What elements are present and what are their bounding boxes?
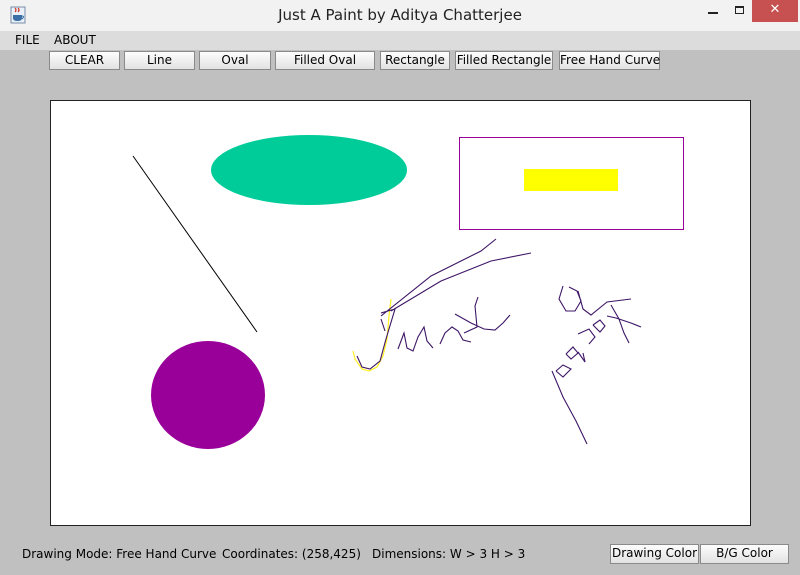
drawn-filled-oval-purple: [151, 341, 265, 449]
maximize-icon: [734, 5, 744, 14]
dimensions-status: Dimensions: W > 3 H > 3: [372, 547, 526, 561]
drawing-mode-status: Drawing Mode: Free Hand Curve: [22, 547, 217, 561]
oval-tool-button[interactable]: Oval: [199, 51, 271, 70]
close-icon: ✕: [769, 2, 781, 17]
filled-oval-tool-button[interactable]: Filled Oval: [275, 51, 375, 70]
rectangle-tool-button[interactable]: Rectangle: [380, 51, 450, 70]
bg-color-button[interactable]: B/G Color: [700, 544, 789, 564]
menu-bar: FILE ABOUT: [0, 32, 800, 50]
menu-about[interactable]: ABOUT: [52, 33, 98, 47]
maximize-button[interactable]: [726, 0, 752, 22]
free-hand-curve-tool-button[interactable]: Free Hand Curve: [559, 51, 660, 70]
minimize-button[interactable]: [700, 0, 726, 22]
filled-rectangle-tool-button[interactable]: Filled Rectangle: [455, 51, 553, 70]
window-title: Just A Paint by Aditya Chatterjee: [278, 6, 522, 24]
drawing-color-button[interactable]: Drawing Color: [610, 544, 699, 564]
menu-file[interactable]: FILE: [13, 33, 42, 47]
freehand-a-stroke: [558, 285, 632, 316]
drawn-filled-oval-teal: [211, 135, 407, 205]
drawing-canvas[interactable]: [50, 100, 751, 526]
clear-button[interactable]: CLEAR: [49, 51, 120, 70]
coordinates-status: Coordinates: (258,425): [222, 547, 361, 561]
title-bar[interactable]: Just A Paint by Aditya Chatterjee ✕: [0, 0, 800, 32]
line-tool-button[interactable]: Line: [124, 51, 195, 70]
canvas-drawing: [132, 135, 684, 449]
close-button[interactable]: ✕: [752, 0, 798, 22]
freehand-just-stroke: [356, 238, 532, 370]
drawn-filled-rectangle: [524, 169, 618, 191]
freehand-paint-stroke: [551, 304, 642, 445]
minimize-icon: [708, 11, 718, 14]
